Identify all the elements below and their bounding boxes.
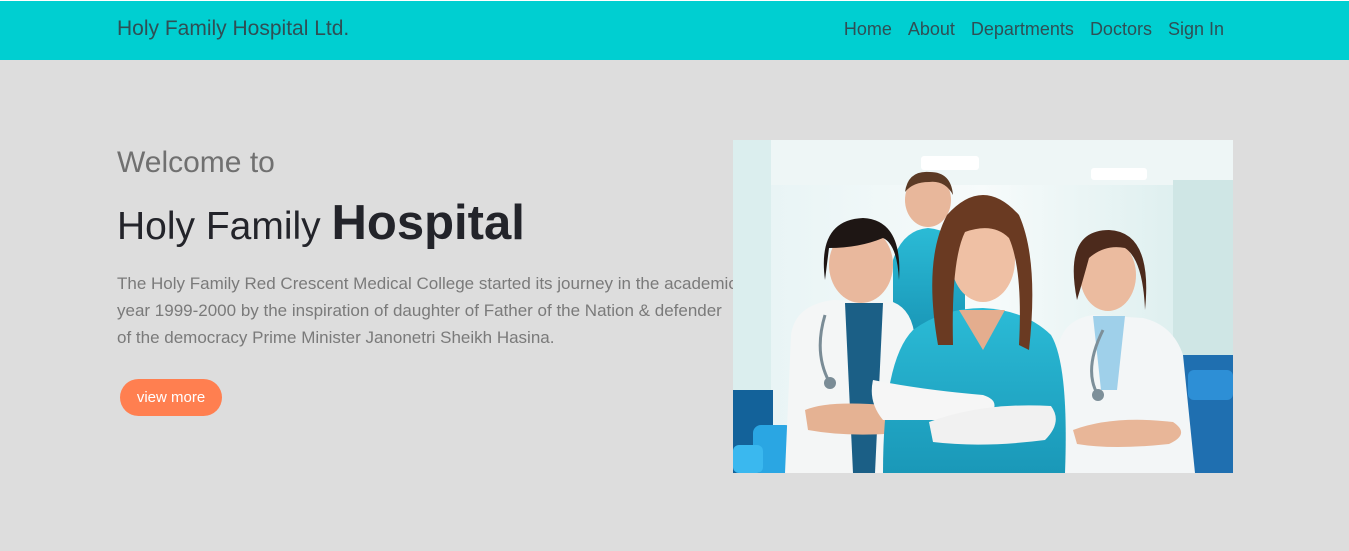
- nav-home[interactable]: Home: [844, 19, 892, 40]
- nav-sign-in[interactable]: Sign In: [1168, 19, 1224, 40]
- nav-about[interactable]: About: [908, 19, 955, 40]
- doctors-photo: [733, 140, 1233, 473]
- nav-doctors[interactable]: Doctors: [1090, 19, 1152, 40]
- nav-departments[interactable]: Departments: [971, 19, 1074, 40]
- welcome-text: Welcome to: [117, 146, 275, 179]
- hero-title-bold: Hospital: [331, 196, 525, 250]
- brand-link[interactable]: Holy Family Hospital Ltd.: [117, 17, 349, 41]
- navbar: Holy Family Hospital Ltd. Home About Dep…: [0, 0, 1349, 60]
- hero-description: The Holy Family Red Crescent Medical Col…: [117, 274, 737, 347]
- hero-title-regular: Holy Family: [117, 205, 321, 248]
- hero-section: Welcome to Holy Family Hospital The Holy…: [117, 143, 737, 416]
- view-more-button[interactable]: view more: [120, 379, 222, 416]
- hero-title: Holy Family Hospital: [117, 195, 737, 255]
- hero-doctors-image: [733, 140, 1233, 473]
- nav-links: Home About Departments Doctors Sign In: [844, 19, 1224, 40]
